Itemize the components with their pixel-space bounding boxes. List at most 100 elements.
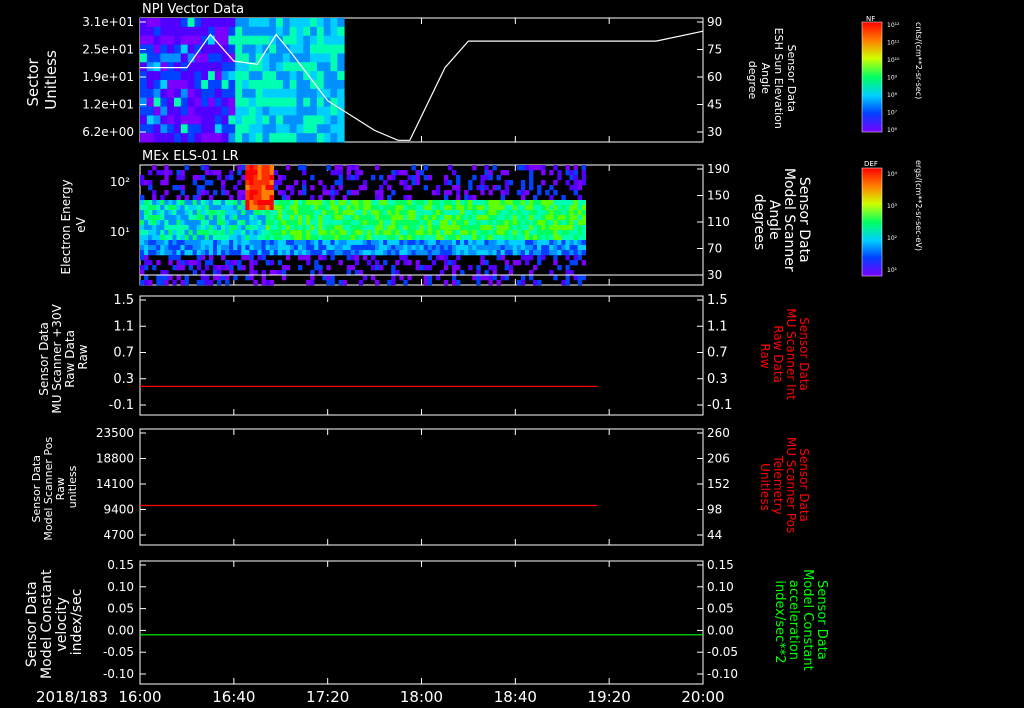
heatmap-cell: [276, 44, 284, 54]
heatmap-cell: [488, 265, 493, 271]
heatmap-cell: [472, 210, 477, 216]
heatmap-cell: [557, 225, 562, 231]
heatmap-cell: [415, 175, 420, 181]
heatmap-cell: [176, 250, 181, 256]
heatmap-cell: [338, 180, 343, 186]
heatmap-cell: [269, 220, 275, 226]
heatmap-cell: [350, 190, 356, 196]
heatmap-cell: [391, 200, 396, 206]
heatmap-cell: [257, 200, 262, 206]
heatmap-cell: [314, 210, 319, 216]
multi-panel-plot: NPI Vector Data MEx ELS-01 LR Sector Uni…: [24, 2, 923, 706]
heatmap-cell: [153, 97, 161, 108]
heatmap-cell: [508, 245, 514, 251]
heatmap-cell: [362, 225, 368, 231]
heatmap-cell: [221, 18, 229, 28]
heatmap-cell: [427, 215, 433, 221]
heatmap-cell: [358, 250, 364, 256]
heatmap-cell: [561, 205, 566, 211]
heatmap-cell: [302, 215, 307, 221]
heatmap-cell: [350, 225, 356, 231]
heatmap-cell: [273, 170, 279, 176]
heatmap-cell: [318, 220, 323, 226]
heatmap-cell: [289, 124, 297, 134]
heatmap-cell: [337, 97, 345, 108]
heatmap-cell: [248, 133, 257, 143]
heatmap-cell: [472, 225, 477, 231]
heatmap-cell: [524, 245, 530, 251]
heatmap-cell: [160, 62, 168, 72]
heatmap-cell: [423, 165, 428, 171]
heatmap-cell: [358, 210, 364, 216]
heatmap-cell: [528, 255, 534, 261]
heatmap-cell: [334, 170, 339, 176]
heatmap-cell: [524, 205, 530, 211]
heatmap-cell: [241, 235, 246, 241]
heatmap-cell: [342, 230, 347, 236]
heatmap-cell: [237, 235, 242, 241]
heatmap-cell: [208, 80, 216, 90]
heatmap-cell: [411, 175, 416, 181]
heatmap-cell: [334, 230, 339, 236]
heatmap-cell: [160, 200, 165, 206]
heatmap-cell: [520, 225, 526, 231]
heatmap-cell: [200, 255, 206, 261]
heatmap-cell: [464, 235, 469, 241]
heatmap-cell: [326, 245, 331, 251]
heatmap-cell: [387, 240, 392, 246]
heatmap-cell: [180, 240, 185, 246]
y-tick-label: 0.7: [113, 346, 134, 361]
heatmap-cell: [337, 88, 345, 99]
heatmap-cell: [196, 250, 202, 256]
heatmap-cell: [200, 185, 206, 191]
heatmap-cell: [496, 245, 501, 251]
heatmap-cell: [184, 165, 189, 171]
heatmap-cell: [164, 230, 169, 236]
heatmap-cell: [306, 235, 311, 241]
heatmap-cell: [496, 200, 501, 206]
heatmap-cell: [160, 44, 168, 54]
heatmap-cell: [261, 235, 266, 241]
y-tick-label: 23500: [96, 426, 134, 440]
heatmap-cell: [330, 210, 335, 216]
heatmap-cell: [330, 44, 338, 54]
heatmap-cell: [216, 280, 222, 286]
heatmap-cell: [261, 205, 266, 211]
heatmap-cell: [194, 124, 202, 134]
heatmap-cell: [212, 190, 218, 196]
heatmap-cell: [541, 210, 546, 216]
heatmap-cell: [180, 210, 185, 216]
y2-tick-label: 206: [707, 452, 730, 466]
heatmap-cell: [492, 225, 497, 231]
heatmap-cell: [298, 225, 303, 231]
heatmap-cell: [516, 165, 522, 171]
heatmap-cell: [338, 260, 343, 266]
heatmap-cell: [330, 35, 338, 46]
heatmap-cell: [403, 245, 408, 251]
heatmap-cell: [480, 245, 485, 251]
heatmap-cell: [208, 124, 216, 134]
heatmap-cell: [289, 240, 295, 246]
heatmap-cell: [296, 26, 304, 37]
heatmap-cell: [144, 180, 149, 186]
heatmap-cell: [302, 200, 307, 206]
heatmap-cell: [358, 235, 364, 241]
heatmap-cell: [281, 205, 287, 211]
heatmap-cell: [310, 230, 315, 236]
heatmap-cell: [225, 235, 230, 241]
heatmap-cell: [180, 245, 185, 251]
heatmap-cell: [322, 210, 327, 216]
heatmap-cell: [549, 185, 554, 191]
heatmap-cell: [249, 185, 254, 191]
heatmap-cell: [342, 210, 347, 216]
heatmap-cell: [439, 235, 445, 241]
heatmap-cell: [156, 215, 161, 221]
heatmap-cell: [160, 240, 165, 246]
heatmap-cell: [557, 240, 562, 246]
heatmap-cell: [330, 275, 335, 281]
heatmap-cell: [277, 200, 283, 206]
heatmap-cell: [366, 225, 372, 231]
heatmap-cell: [573, 205, 578, 211]
heatmap-cell: [476, 235, 481, 241]
heatmap-cell: [160, 210, 165, 216]
